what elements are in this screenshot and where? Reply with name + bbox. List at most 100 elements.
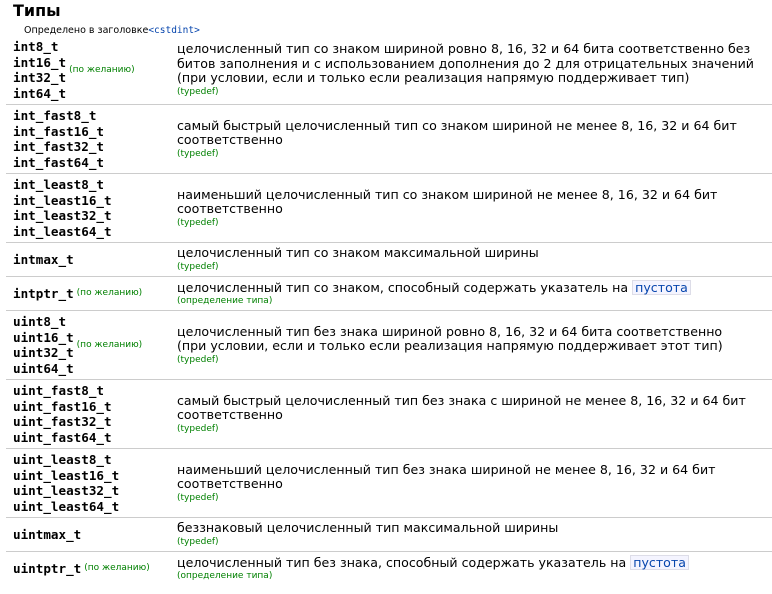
table-row: intmax_t целочисленный тип со знаком макс… xyxy=(6,242,772,276)
type-name[interactable]: uint_fast32_t xyxy=(13,414,112,430)
type-name[interactable]: intptr_t xyxy=(13,286,74,302)
defined-prefix: Определено в заголовке xyxy=(24,25,149,36)
description-cell: целочисленный тип со знаком шириной ровн… xyxy=(171,36,772,105)
typedef-mark: (typedef) xyxy=(177,536,219,547)
typedef-mark: (typedef) xyxy=(177,261,219,272)
type-name[interactable]: int_fast16_t xyxy=(13,124,104,140)
type-names-cell: intptr_t (по желанию) xyxy=(6,275,171,311)
keyword-link-void[interactable]: пустота xyxy=(630,554,689,570)
type-name[interactable]: int_fast8_t xyxy=(13,108,104,124)
type-name[interactable]: uint64_t xyxy=(13,361,74,377)
type-names-cell: int_fast8_t int_fast16_t int_fast32_t int_f… xyxy=(6,104,171,174)
description-main: целочисленный тип без знака шириной ровн… xyxy=(177,323,723,339)
description-text: целочисленный тип без знака, способный с… xyxy=(177,554,772,571)
type-name[interactable]: uint_least64_t xyxy=(13,499,119,515)
type-names-cell: int_least8_t int_least16_t int_least32_t in… xyxy=(6,173,171,243)
description-text: самый быстрый целочисленный тип со знако… xyxy=(177,117,772,148)
description-main: целочисленный тип без знака, способный с… xyxy=(177,554,627,570)
description-cell: самый быстрый целочисленный тип без знак… xyxy=(171,379,772,449)
type-name[interactable]: uint_fast16_t xyxy=(13,399,112,415)
type-names-cell: uintmax_t xyxy=(6,517,171,551)
table-row: int_fast8_t int_fast16_t int_fast32_t int_f… xyxy=(6,104,772,174)
type-name[interactable]: intmax_t xyxy=(13,252,74,268)
optional-note: (по желанию) xyxy=(76,340,143,350)
description-main: самый быстрый целочисленный тип со знако… xyxy=(177,117,737,147)
description-main: наименьший целочисленный тип без знака ш… xyxy=(177,461,716,491)
optional-note: (по желанию) xyxy=(84,563,150,574)
type-name[interactable]: uintmax_t xyxy=(13,527,81,543)
description-cell: самый быстрый целочисленный тип со знако… xyxy=(171,104,772,174)
page: Типы Определено в заголовке<cstdint> int… xyxy=(0,0,772,594)
type-name[interactable]: int_least16_t xyxy=(13,193,112,209)
type-name[interactable]: uint_fast64_t xyxy=(13,430,112,446)
description-cell: беззнаковый целочисленный тип максимальн… xyxy=(171,517,772,551)
type-name[interactable]: int64_t xyxy=(13,86,66,102)
typedef-mark: (typedef) xyxy=(177,148,219,159)
type-name[interactable]: uint_least8_t xyxy=(13,452,119,468)
description-main: целочисленный тип со знаком максимальной… xyxy=(177,245,539,260)
table-row: uint_least8_t uint_least16_t uint_least32_… xyxy=(6,448,772,518)
typedef-mark: (определение типа) xyxy=(177,571,273,581)
section-title: Типы xyxy=(13,1,61,20)
description-cell: целочисленный тип без знака шириной ровн… xyxy=(171,310,772,380)
description-text: целочисленный тип со знаком, способный с… xyxy=(177,279,772,296)
description-main: беззнаковый целочисленный тип максимальн… xyxy=(177,520,559,535)
type-name[interactable]: int_fast64_t xyxy=(13,155,104,171)
keyword-link-void[interactable]: пустота xyxy=(632,279,691,295)
type-names-cell: int8_t int16_t int32_t int64_t (по желанию) xyxy=(6,36,171,105)
type-name[interactable]: uint32_t xyxy=(13,345,74,361)
description-text: целочисленный тип со знаком максимальной… xyxy=(177,245,772,261)
header-link-cstdint[interactable]: <cstdint> xyxy=(148,25,199,36)
type-name[interactable]: uint8_t xyxy=(13,314,74,330)
description-text: наименьший целочисленный тип со знаком ш… xyxy=(177,186,772,217)
table-row: int_least8_t int_least16_t int_least32_t in… xyxy=(6,173,772,243)
typedef-mark: (typedef) xyxy=(177,492,219,503)
type-name[interactable]: int_least8_t xyxy=(13,177,112,193)
description-main: самый быстрый целочисленный тип без знак… xyxy=(177,392,746,422)
description-text: беззнаковый целочисленный тип максимальн… xyxy=(177,520,772,536)
description-condition: (при условии, если и только если реализа… xyxy=(177,70,690,86)
description-cell: наименьший целочисленный тип без знака ш… xyxy=(171,448,772,518)
type-name[interactable]: int_least32_t xyxy=(13,208,112,224)
typedef-mark: (typedef) xyxy=(177,86,219,97)
description-condition: (при условии, если и только если реализа… xyxy=(177,338,723,353)
description-main: целочисленный тип со знаком шириной ровн… xyxy=(177,41,754,71)
description-cell: наименьший целочисленный тип со знаком ш… xyxy=(171,173,772,243)
table-row: int8_t int16_t int32_t int64_t (по желанию) ц… xyxy=(6,36,772,105)
optional-note: (по желанию) xyxy=(69,65,135,75)
types-table: int8_t int16_t int32_t int64_t (по желанию) ц… xyxy=(6,36,772,585)
description-text: целочисленный тип без знака шириной ровн… xyxy=(177,323,772,354)
type-names-cell: uint8_t uint16_t uint32_t uint64_t (по желан… xyxy=(6,310,171,380)
description-cell: целочисленный тип со знаком максимальной… xyxy=(171,242,772,276)
table-row: uint8_t uint16_t uint32_t uint64_t (по желан… xyxy=(6,310,772,380)
description-main: целочисленный тип со знаком, способный с… xyxy=(177,279,629,295)
table-row: uint_fast8_t uint_fast16_t uint_fast32_t ui… xyxy=(6,379,772,449)
typedef-mark: (typedef) xyxy=(177,354,219,365)
typedef-mark: (определение типа) xyxy=(177,296,273,306)
description-text: наименьший целочисленный тип без знака ш… xyxy=(177,461,772,492)
typedef-mark: (typedef) xyxy=(177,423,219,434)
table-row: uintptr_t (по желанию) целочисленный тип б… xyxy=(6,550,772,585)
type-names-cell: uintptr_t (по желанию) xyxy=(6,550,171,585)
typedef-mark: (typedef) xyxy=(177,217,219,228)
description-text: целочисленный тип со знаком шириной ровн… xyxy=(177,42,772,86)
type-name[interactable]: uint_least16_t xyxy=(13,468,119,484)
description-text: самый быстрый целочисленный тип без знак… xyxy=(177,392,772,423)
type-names-cell: uint_least8_t uint_least16_t uint_least32_… xyxy=(6,448,171,518)
optional-note: (по желанию) xyxy=(76,288,143,299)
type-name[interactable]: int16_t xyxy=(13,55,66,71)
type-names-cell: intmax_t xyxy=(6,242,171,276)
type-name[interactable]: int_least64_t xyxy=(13,224,112,240)
type-name[interactable]: int32_t xyxy=(13,70,66,86)
type-name[interactable]: int_fast32_t xyxy=(13,139,104,155)
table-row: intptr_t (по желанию) целочисленный тип со… xyxy=(6,275,772,311)
type-name[interactable]: uint_least32_t xyxy=(13,483,119,499)
description-main: наименьший целочисленный тип со знаком ш… xyxy=(177,186,718,216)
description-cell: целочисленный тип без знака, способный с… xyxy=(171,550,772,585)
type-name[interactable]: uint_fast8_t xyxy=(13,383,112,399)
type-name[interactable]: uint16_t xyxy=(13,330,74,346)
type-names-cell: uint_fast8_t uint_fast16_t uint_fast32_t ui… xyxy=(6,379,171,449)
type-name[interactable]: uintptr_t xyxy=(13,561,81,577)
type-name[interactable]: int8_t xyxy=(13,39,66,55)
description-cell: целочисленный тип со знаком, способный с… xyxy=(171,275,772,311)
